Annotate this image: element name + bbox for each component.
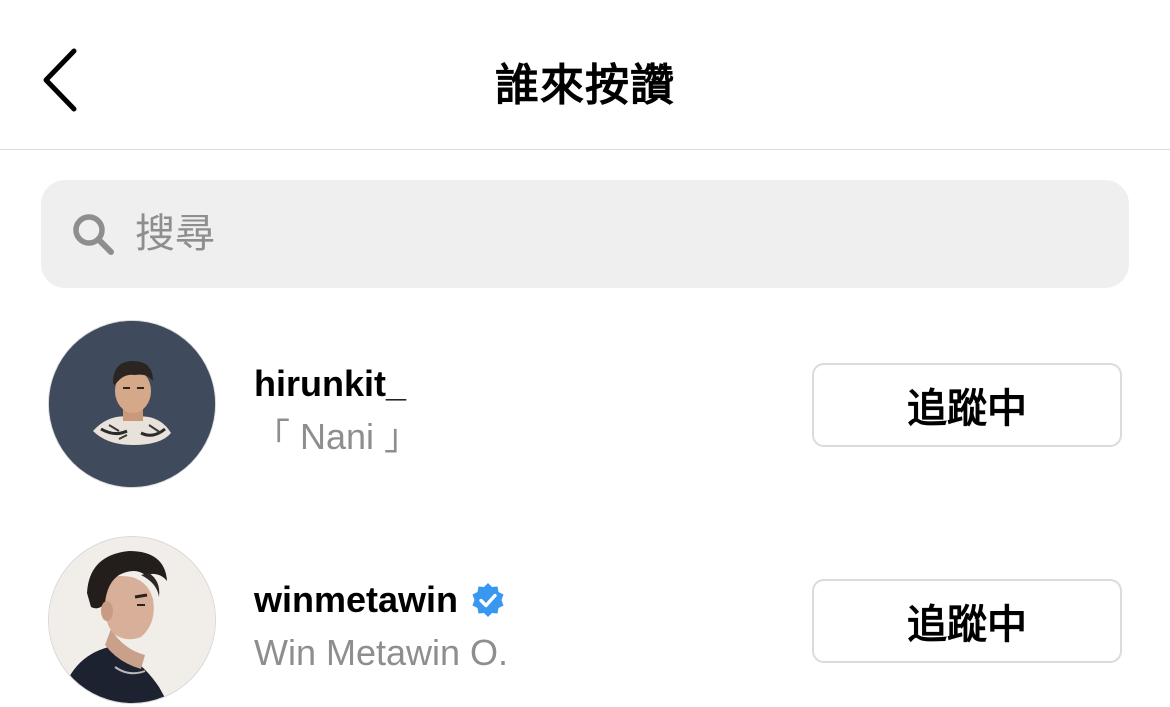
page-title: 誰來按讚 xyxy=(495,60,675,111)
avatar[interactable] xyxy=(48,536,216,704)
list-item[interactable]: winmetawin Win Metawin O. 追蹤中 xyxy=(0,536,1170,706)
username[interactable]: hirunkit_ xyxy=(254,360,406,408)
user-text[interactable]: winmetawin Win Metawin O. xyxy=(254,576,508,678)
user-text[interactable]: hirunkit_ 「 Nani 」 xyxy=(254,360,420,462)
full-name: 「 Nani 」 xyxy=(254,416,421,457)
search-bar[interactable] xyxy=(41,180,1129,288)
verified-badge-icon xyxy=(470,582,506,618)
following-button[interactable]: 追蹤中 xyxy=(812,579,1122,663)
avatar-photo xyxy=(49,537,215,703)
following-button[interactable]: 追蹤中 xyxy=(812,363,1122,447)
username-line: hirunkit_ xyxy=(254,360,420,408)
search-icon xyxy=(69,210,117,258)
username-line: winmetawin xyxy=(254,576,508,624)
avatar-illustration xyxy=(49,321,215,487)
avatar[interactable] xyxy=(48,320,216,488)
list-item[interactable]: hirunkit_ 「 Nani 」 追蹤中 xyxy=(0,320,1170,490)
header: 誰來按讚 xyxy=(0,0,1170,150)
likes-screen: 誰來按讚 搜尋 hirunkit_ 「 Nani 」 追蹤中 winmetawi… xyxy=(0,0,1170,707)
full-name: Win Metawin O. xyxy=(254,632,509,673)
search-input[interactable] xyxy=(135,204,1035,264)
username[interactable]: winmetawin xyxy=(254,576,458,624)
